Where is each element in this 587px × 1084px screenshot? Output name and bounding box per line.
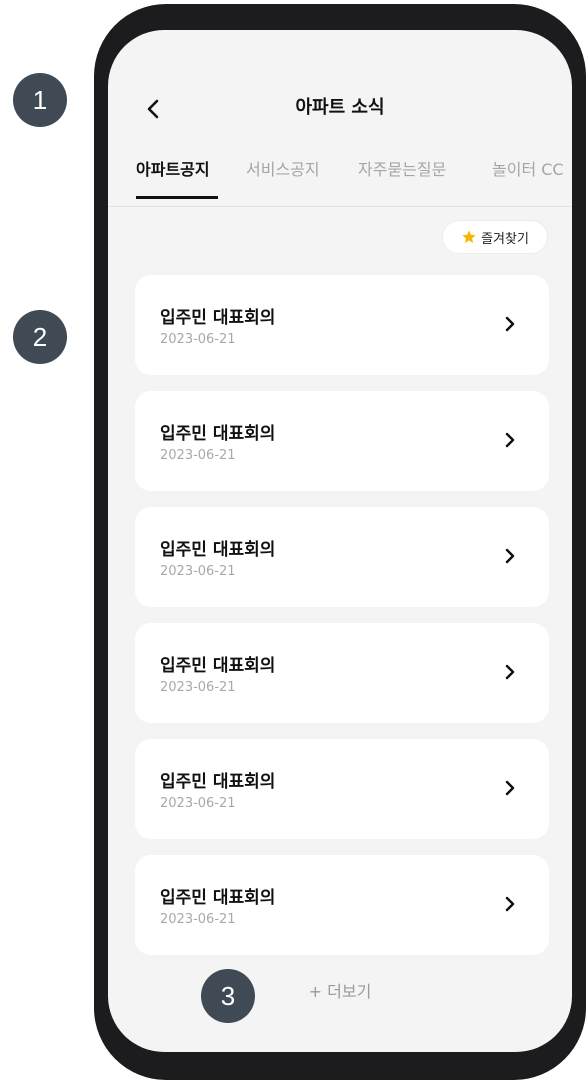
tab-faq[interactable]: 자주묻는질문 xyxy=(358,158,446,182)
favorites-label: 즐겨찾기 xyxy=(481,231,529,247)
tab-bar: 아파트공지 서비스공지 자주묻는질문 놀이터 CC xyxy=(108,150,572,206)
notice-card[interactable]: 입주민 대표회의 2023-06-21 xyxy=(135,739,549,839)
notice-card[interactable]: 입주민 대표회의 2023-06-21 xyxy=(135,855,549,955)
notice-date: 2023-06-21 xyxy=(160,912,236,927)
chevron-right-icon xyxy=(499,313,521,335)
step-marker-3: 3 xyxy=(201,969,255,1023)
app-header: 아파트 소식 xyxy=(108,94,572,124)
notice-card[interactable]: 입주민 대표회의 2023-06-21 xyxy=(135,507,549,607)
notice-title: 입주민 대표회의 xyxy=(160,772,276,792)
notice-date: 2023-06-21 xyxy=(160,448,236,463)
chevron-right-icon xyxy=(499,429,521,451)
notice-card[interactable]: 입주민 대표회의 2023-06-21 xyxy=(135,391,549,491)
chevron-right-icon xyxy=(499,661,521,683)
tab-playground-cc[interactable]: 놀이터 CC xyxy=(492,158,564,182)
step-marker-1: 1 xyxy=(13,73,67,127)
notice-list: 입주민 대표회의 2023-06-21 입주민 대표회의 2023-06-21 … xyxy=(135,275,549,971)
phone-screen: 아파트 소식 아파트공지 서비스공지 자주묻는질문 놀이터 CC 즐겨찾기 입주… xyxy=(108,30,572,1052)
chevron-right-icon xyxy=(499,893,521,915)
notice-title: 입주민 대표회의 xyxy=(160,540,276,560)
tab-service-notice[interactable]: 서비스공지 xyxy=(246,158,320,182)
step-marker-2: 2 xyxy=(13,310,67,364)
notice-title: 입주민 대표회의 xyxy=(160,424,276,444)
notice-date: 2023-06-21 xyxy=(160,796,236,811)
active-tab-indicator xyxy=(136,196,218,199)
star-icon xyxy=(462,230,476,243)
notice-card[interactable]: 입주민 대표회의 2023-06-21 xyxy=(135,623,549,723)
notice-title: 입주민 대표회의 xyxy=(160,888,276,908)
chevron-right-icon xyxy=(499,777,521,799)
notice-date: 2023-06-21 xyxy=(160,680,236,695)
tabs-divider xyxy=(108,206,572,207)
load-more-button[interactable]: + 더보기 xyxy=(108,978,572,1002)
tab-apartment-notice[interactable]: 아파트공지 xyxy=(136,158,210,182)
notice-card[interactable]: 입주민 대표회의 2023-06-21 xyxy=(135,275,549,375)
chevron-right-icon xyxy=(499,545,521,567)
favorites-button[interactable]: 즐겨찾기 xyxy=(442,220,548,254)
notice-title: 입주민 대표회의 xyxy=(160,308,276,328)
notice-title: 입주민 대표회의 xyxy=(160,656,276,676)
page-title: 아파트 소식 xyxy=(295,97,385,118)
notice-date: 2023-06-21 xyxy=(160,332,236,347)
notice-date: 2023-06-21 xyxy=(160,564,236,579)
